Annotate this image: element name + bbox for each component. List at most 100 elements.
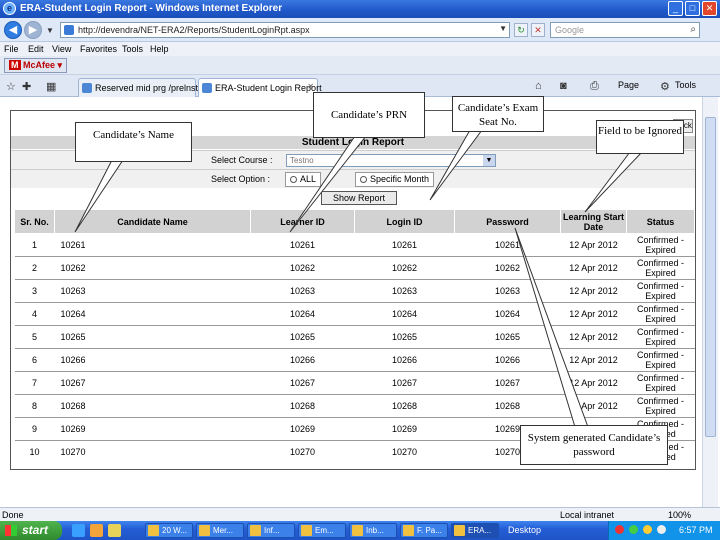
tab-page-icon: [202, 83, 212, 93]
quick-tabs-icon[interactable]: ▦: [46, 80, 56, 93]
search-icon[interactable]: ⌕: [690, 24, 696, 35]
scrollbar-thumb[interactable]: [705, 117, 716, 437]
history-dropdown-icon[interactable]: ▼: [46, 26, 54, 35]
menu-view[interactable]: View: [52, 44, 71, 54]
address-url[interactable]: http://devendra/NET-ERA2/Reports/Student…: [78, 25, 310, 35]
tray-volume-icon[interactable]: [643, 525, 652, 534]
menu-file[interactable]: File: [4, 44, 19, 54]
cell-sr-no: 3: [14, 279, 55, 303]
course-select[interactable]: Testno ▼: [286, 154, 496, 167]
folder-icon: [148, 525, 159, 536]
app-icon: [250, 525, 261, 536]
taskbar-item-1[interactable]: 20 W...: [145, 523, 193, 538]
address-dropdown-icon[interactable]: ▼: [499, 24, 507, 33]
cell-login-id: 10266: [354, 348, 455, 372]
option-specific-radio[interactable]: Specific Month: [355, 172, 435, 187]
cell-learner-id: 10264: [250, 302, 355, 326]
col-learner-id[interactable]: Learner ID: [250, 209, 355, 234]
home-icon[interactable]: ⌂: [535, 80, 542, 92]
col-learning-start-date[interactable]: Learning Start Date: [560, 209, 627, 234]
taskbar-item-7[interactable]: ERA...: [451, 523, 499, 538]
back-button[interactable]: ◀: [4, 21, 22, 39]
taskbar-item-label: F. Pa...: [417, 526, 442, 535]
taskbar-item-2[interactable]: Mer...: [196, 523, 244, 538]
cell-sr-no: 8: [14, 394, 55, 418]
callout-candidate-prn: Candidate’s PRN: [313, 92, 425, 138]
cell-start-date: 12 Apr 2012: [560, 302, 627, 326]
table-row: 8 10268 10268 10268 10268 12 Apr 2012 Confirme…: [14, 394, 695, 418]
cell-login-id: 10268: [354, 394, 455, 418]
start-label: start: [22, 523, 49, 537]
chevron-down-icon[interactable]: ▼: [483, 155, 495, 166]
taskbar-item-6[interactable]: F. Pa...: [400, 523, 448, 538]
folder-quicklaunch-icon[interactable]: [108, 524, 121, 537]
ie-quicklaunch-icon[interactable]: [72, 524, 85, 537]
desktop-toolbar[interactable]: Desktop: [508, 525, 541, 535]
course-value: Testno: [290, 156, 314, 165]
status-done: Done: [2, 510, 24, 520]
tab-student-login-report[interactable]: ERA-Student Login Report ✕: [198, 78, 322, 97]
table-row: 5 10265 10265 10265 10265 12 Apr 2012 Confirme…: [14, 325, 695, 349]
cell-status: Confirmed - Expired: [626, 302, 695, 326]
addon-toolbar: M McAfee ▾: [0, 56, 720, 75]
page-menu[interactable]: Page: [618, 80, 639, 90]
outlook-quicklaunch-icon[interactable]: [90, 524, 103, 537]
cell-candidate-name: 10270: [54, 440, 251, 464]
refresh-icon[interactable]: ↻: [514, 23, 528, 37]
tray-shield-icon[interactable]: [615, 525, 624, 534]
zoom-level[interactable]: 100%: [668, 510, 691, 520]
tools-gear-icon[interactable]: ⚙: [660, 80, 670, 93]
stop-icon[interactable]: ✕: [531, 23, 545, 37]
menu-help[interactable]: Help: [150, 44, 169, 54]
menu-tools[interactable]: Tools: [122, 44, 143, 54]
tray-app-icon[interactable]: [657, 525, 666, 534]
col-password[interactable]: Password: [454, 209, 561, 234]
mcafee-button[interactable]: M McAfee ▾: [4, 58, 68, 73]
col-sr-no[interactable]: Sr. No.: [14, 209, 55, 234]
table-row: 4 10264 10264 10264 10264 12 Apr 2012 Confirme…: [14, 302, 695, 326]
callout-field-ignored: Field to be Ignored: [596, 120, 684, 154]
menu-favorites[interactable]: Favorites: [80, 44, 117, 54]
taskbar-item-4[interactable]: Em...: [298, 523, 346, 538]
print-icon[interactable]: ⎙: [590, 80, 599, 93]
minimize-button[interactable]: _: [668, 1, 683, 16]
taskbar-item-5[interactable]: Inb...: [349, 523, 397, 538]
menu-edit[interactable]: Edit: [28, 44, 44, 54]
cell-start-date: 12 Apr 2012: [560, 325, 627, 349]
cell-status: Confirmed - Expired: [626, 256, 695, 280]
vertical-scrollbar[interactable]: [702, 97, 718, 507]
col-login-id[interactable]: Login ID: [354, 209, 455, 234]
cell-sr-no: 2: [14, 256, 55, 280]
address-bar[interactable]: http://devendra/NET-ERA2/Reports/Student…: [60, 22, 510, 38]
cell-password: 10265: [454, 325, 561, 349]
ie-icon: [454, 525, 465, 536]
maximize-button[interactable]: □: [685, 1, 700, 16]
close-tab-icon[interactable]: ✕: [307, 82, 314, 91]
start-button[interactable]: start: [0, 521, 62, 540]
cell-learner-id: 10266: [250, 348, 355, 372]
tray-network-icon[interactable]: [629, 525, 638, 534]
show-report-button[interactable]: Show Report: [321, 191, 397, 205]
favorites-star-icon[interactable]: ☆: [6, 80, 16, 93]
taskbar-item-3[interactable]: Inf...: [247, 523, 295, 538]
forward-button[interactable]: ▶: [24, 21, 42, 39]
close-window-button[interactable]: ✕: [702, 1, 717, 16]
cell-login-id: 10261: [354, 233, 455, 257]
menu-bar: File Edit View Favorites Tools Help: [0, 42, 720, 56]
option-all-radio[interactable]: ALL: [285, 172, 322, 187]
tab-reserved[interactable]: Reserved mid prg /prelnst ...: [78, 78, 208, 97]
cell-candidate-name: 10261: [54, 233, 251, 257]
cell-candidate-name: 10266: [54, 348, 251, 372]
search-box[interactable]: Google ⌕: [550, 22, 700, 38]
add-favorite-icon[interactable]: ✚: [22, 80, 31, 93]
taskbar: start 20 W... Mer... Inf... Em... Inb...…: [0, 521, 720, 540]
title-bar: e ERA-Student Login Report - Windows Int…: [0, 0, 720, 18]
tools-menu[interactable]: Tools: [675, 80, 696, 90]
page-favicon-icon: [64, 25, 74, 35]
cell-start-date: 12 Apr 2012: [560, 371, 627, 395]
col-candidate-name[interactable]: Candidate Name: [54, 209, 251, 234]
cell-sr-no: 10: [14, 440, 55, 464]
col-status[interactable]: Status: [626, 209, 695, 234]
clock[interactable]: 6:57 PM: [679, 525, 713, 535]
feeds-icon[interactable]: ◙: [560, 80, 567, 92]
